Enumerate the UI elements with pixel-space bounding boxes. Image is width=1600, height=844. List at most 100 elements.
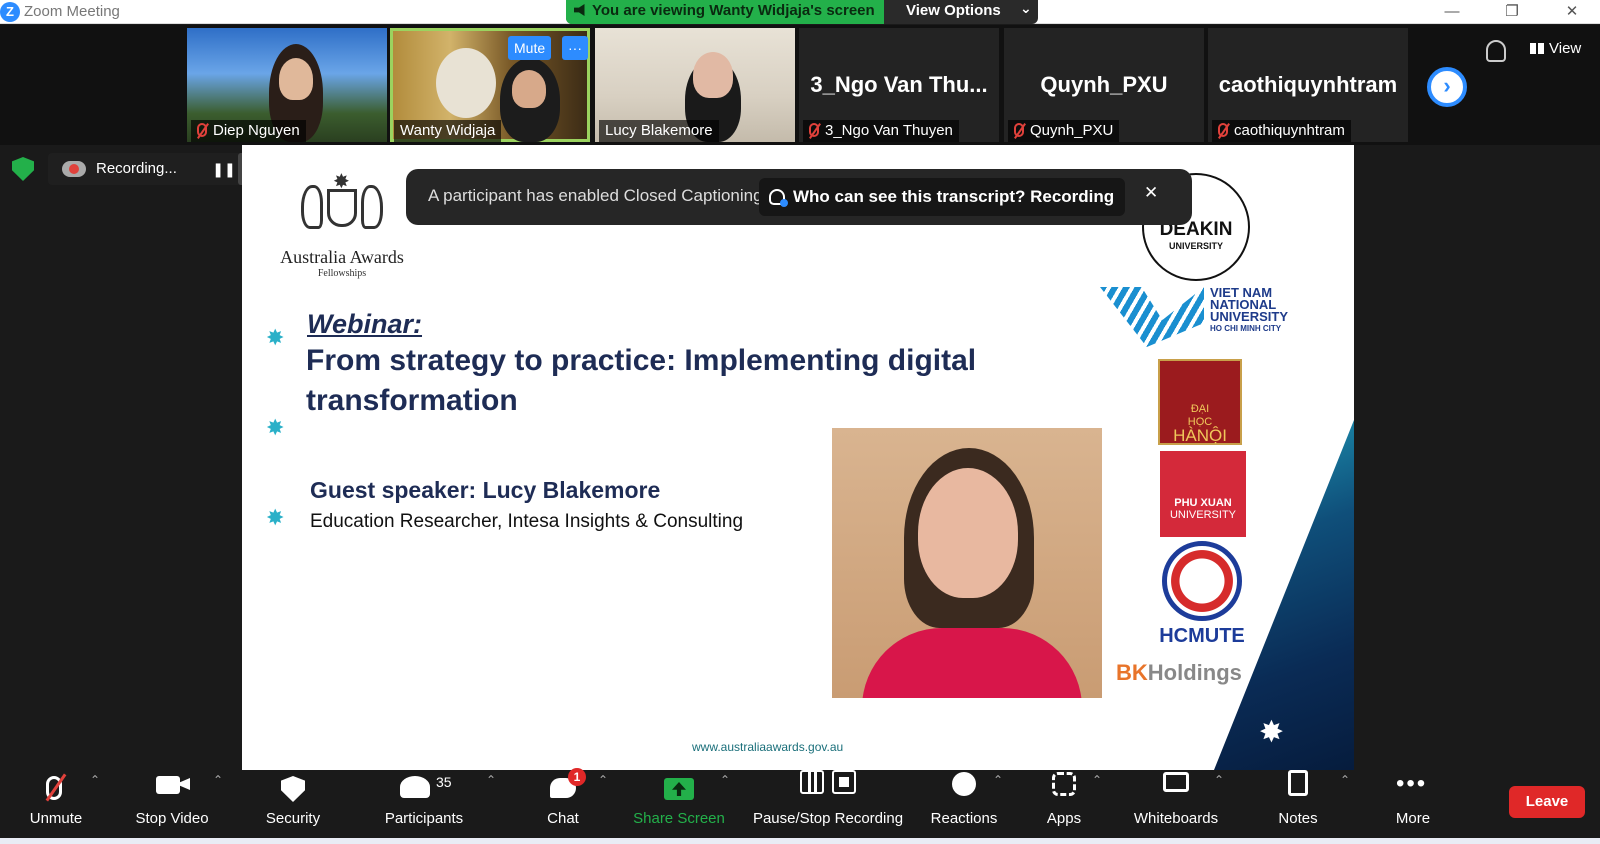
restore-button[interactable]: ❐ [1497, 1, 1527, 23]
participant-tile-lucy[interactable]: Lucy Blakemore [595, 28, 795, 142]
participants-label: Participants [384, 810, 464, 827]
share-options-caret[interactable]: ⌃ [720, 773, 730, 787]
security-button[interactable]: Security [258, 770, 328, 832]
grid-view-icon [1530, 43, 1544, 54]
holdings-text: Holdings [1147, 660, 1242, 685]
chat-unread-badge: 1 [568, 768, 586, 786]
shared-screen: ✸ ✸ Australia Awards Fellowships ✸ ✸ ✸ W… [242, 145, 1354, 770]
stop-icon [832, 770, 856, 794]
whiteboard-icon [1163, 772, 1189, 792]
hanoi-text-top: ĐẠI [1190, 403, 1210, 415]
participant-name: 3_Ngo Van Thuyen [803, 120, 959, 142]
notes-options-caret[interactable]: ⌃ [1340, 773, 1350, 787]
video-camera-icon [156, 776, 180, 794]
participant-tile-wanty[interactable]: Mute ··· Wanty Widjaja [390, 28, 590, 142]
hcmute-text: HCMUTE [1159, 625, 1245, 647]
view-options-label: View Options [906, 2, 1001, 19]
bk-holdings-logo: BKHoldings [1116, 660, 1242, 686]
whiteboards-options-caret[interactable]: ⌃ [1214, 773, 1224, 787]
vnu-subtext: HO CHI MINH CITY [1210, 324, 1282, 333]
close-window-button[interactable]: ✕ [1557, 1, 1587, 23]
participants-options-caret[interactable]: ⌃ [486, 773, 496, 787]
viewing-status: You are viewing Wanty Widjaja's screen [566, 0, 884, 24]
leave-button[interactable]: Leave [1509, 786, 1585, 818]
hcmute-emblem-icon [1162, 541, 1242, 621]
viewing-banner: You are viewing Wanty Widjaja's screen V… [566, 0, 1038, 24]
bottom-edge [0, 838, 1600, 844]
vnu-line: UNIVERSITY [1210, 309, 1289, 324]
reactions-button[interactable]: Reactions [926, 770, 1002, 832]
participant-strip: Diep Nguyen Mute ··· Wanty Widjaja Lucy … [0, 25, 1600, 145]
muted-mic-icon [197, 123, 207, 137]
muted-mic-icon [1014, 123, 1024, 137]
participant-video-face [512, 70, 546, 108]
participant-name: Lucy Blakemore [599, 120, 719, 142]
view-options-button[interactable]: View Options ⌄ [884, 0, 1038, 24]
speaker-role: Education Researcher, Intesa Insights & … [310, 511, 744, 532]
encryption-shield-icon[interactable] [12, 157, 34, 181]
org-subtitle: Fellowships [317, 268, 367, 279]
reactions-options-caret[interactable]: ⌃ [993, 773, 1003, 787]
transcript-visibility-button[interactable]: Who can see this transcript? Recording o… [759, 178, 1125, 244]
participant-more-button[interactable]: ··· [562, 36, 588, 60]
participant-name: Wanty Widjaja [394, 120, 502, 142]
window-title: Zoom Meeting [24, 3, 120, 20]
chat-options-caret[interactable]: ⌃ [598, 773, 608, 787]
australia-awards-logo: ✸ Australia Awards Fellowships [272, 171, 412, 279]
audio-options-caret[interactable]: ⌃ [90, 773, 100, 787]
next-page-button[interactable]: › [1427, 67, 1467, 107]
notes-button[interactable]: Notes [1266, 770, 1330, 832]
hanoi-text-big: HÀNỘI [1173, 426, 1227, 445]
participants-button[interactable]: 35 Participants [376, 770, 472, 832]
apps-label: Apps [1046, 810, 1082, 827]
webinar-label: Webinar: [307, 309, 423, 339]
pause-stop-recording-button[interactable]: Pause/Stop Recording [750, 770, 906, 832]
mute-participant-button[interactable]: Mute [508, 36, 552, 60]
chat-button[interactable]: 1 Chat [528, 768, 598, 832]
share-screen-label: Share Screen [633, 810, 725, 827]
participant-display-name: caothiquynhtram [1218, 72, 1398, 97]
coat-of-arms-icon: ✸ [297, 171, 387, 245]
reactions-label: Reactions [930, 810, 998, 827]
participants-icon [400, 776, 430, 798]
view-label: View [1549, 40, 1582, 57]
cc-notice-text: A participant has enabled Closed Caption… [428, 186, 763, 205]
participant-tile-quynh[interactable]: Quynh_PXU Quynh_PXU [1004, 28, 1204, 142]
participant-name: Diep Nguyen [191, 120, 306, 142]
apps-options-caret[interactable]: ⌃ [1092, 773, 1102, 787]
guest-speaker: Guest speaker: Lucy Blakemore [310, 477, 661, 503]
closed-caption-notice: A participant has enabled Closed Caption… [406, 169, 1192, 244]
view-button[interactable]: View [1530, 40, 1581, 57]
photo-face [918, 468, 1018, 598]
minimize-button[interactable]: — [1437, 1, 1467, 23]
org-title: Australia Awards [280, 247, 404, 267]
stop-video-button[interactable]: Stop Video [128, 770, 216, 832]
more-button[interactable]: ••• More [1382, 770, 1444, 832]
participant-display-name: Quynh_PXU [1040, 72, 1168, 97]
unmute-button[interactable]: Unmute [20, 770, 92, 832]
apps-button[interactable]: Apps [1034, 770, 1094, 832]
bullet-star-icon: ✸ [266, 415, 285, 440]
whiteboards-button[interactable]: Whiteboards [1128, 770, 1224, 832]
phuxuan-text: PHU XUAN [1174, 497, 1232, 509]
close-icon[interactable]: ✕ [1144, 183, 1158, 203]
camera-lens-icon [180, 778, 190, 790]
vnu-logo: VIET NAM NATIONAL UNIVERSITY HO CHI MINH… [1100, 283, 1320, 353]
crest-kangaroo [301, 185, 323, 229]
participant-name: Quynh_PXU [1008, 120, 1120, 142]
crest-emu [361, 185, 383, 229]
share-screen-button[interactable]: Share Screen [632, 770, 726, 832]
participant-tile-caothiquynhtram[interactable]: caothiquynhtram caothiquynhtram [1208, 28, 1408, 142]
notes-label: Notes [1278, 810, 1318, 827]
immersive-icon[interactable] [1486, 40, 1506, 62]
zoom-logo-icon: Z [0, 2, 20, 22]
participant-tile-ngo[interactable]: 3_Ngo Van Thu... 3_Ngo Van Thuyen [799, 28, 999, 142]
chevron-down-icon: ⌄ [1020, 0, 1032, 16]
security-shield-icon [281, 776, 305, 802]
video-options-caret[interactable]: ⌃ [213, 773, 223, 787]
participant-video-face [693, 52, 733, 98]
pause-recording-button[interactable]: ❚❚ [212, 157, 236, 181]
crest-shield [327, 189, 357, 227]
smiley-icon [952, 772, 976, 796]
participant-tile-diep[interactable]: Diep Nguyen [187, 28, 387, 142]
